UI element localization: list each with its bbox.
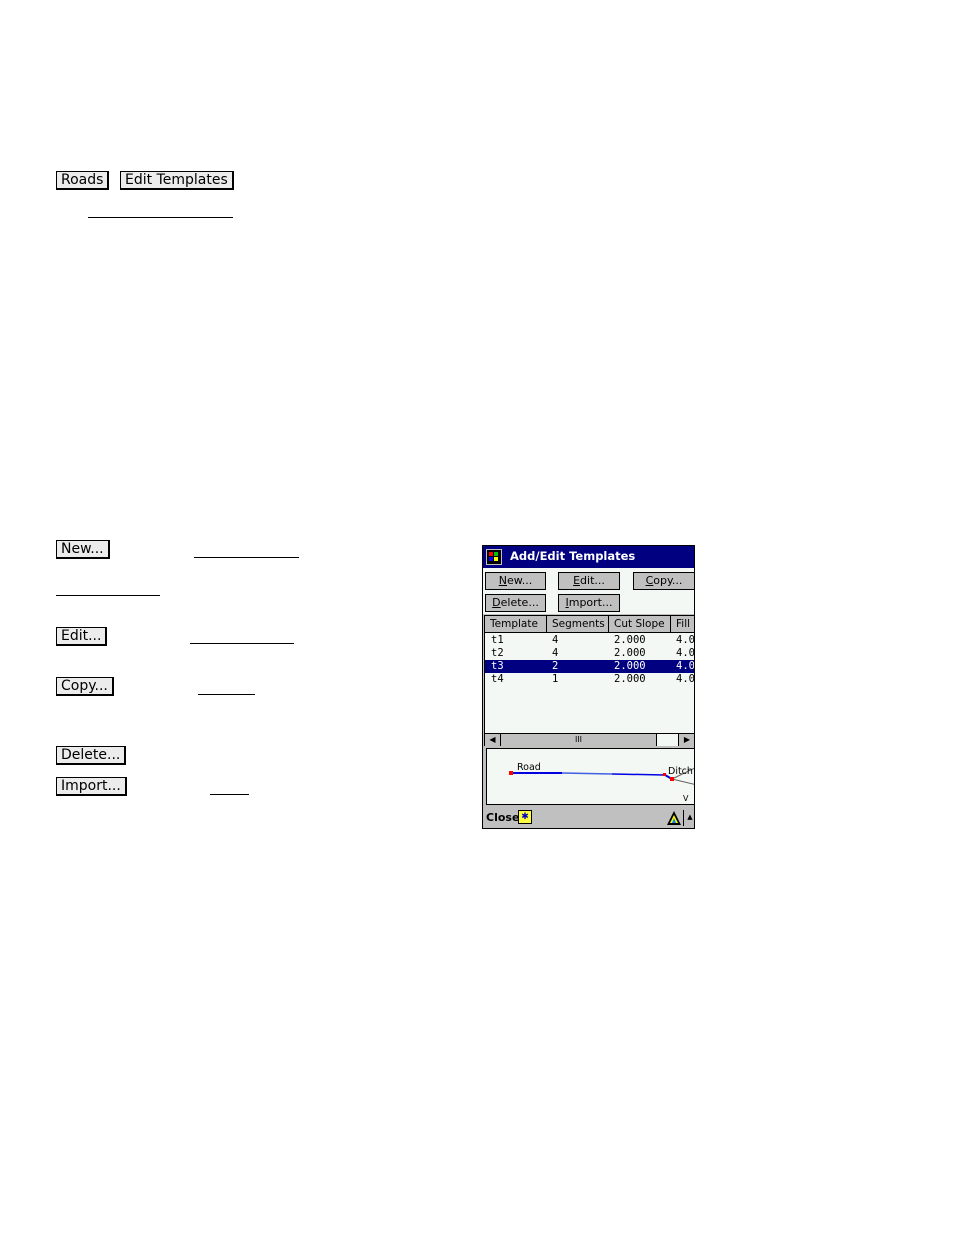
copy-button[interactable]: Copy... — [56, 677, 114, 696]
table-row[interactable]: t2 4 2.000 4.00 — [485, 647, 695, 660]
cell-cut-slope: 2.000 — [614, 647, 646, 659]
window-title: Add/Edit Templates — [510, 549, 636, 563]
link-underline — [56, 595, 160, 596]
windows-flag-icon[interactable] — [486, 549, 502, 565]
scroll-track-grip[interactable]: III — [501, 734, 656, 746]
device-new-button[interactable]: New... — [485, 572, 546, 590]
mnemonic: D — [492, 596, 501, 609]
trimble-icon[interactable] — [666, 810, 682, 826]
ditch-label: Ditch — [668, 766, 693, 777]
template-preview: Road Ditch V — [486, 748, 694, 805]
label: ew... — [506, 574, 533, 587]
v-label: V — [683, 794, 689, 803]
road-segment — [611, 773, 666, 776]
vertex-marker — [509, 771, 513, 775]
keyboard-sip-icon[interactable]: ✱ — [518, 810, 532, 824]
new-button[interactable]: New... — [56, 540, 110, 559]
column-header-template[interactable]: Template — [485, 616, 547, 633]
scroll-left-arrow-icon[interactable]: ◀ — [485, 734, 501, 746]
scroll-thumb[interactable] — [656, 734, 679, 746]
title-bar: Add/Edit Templates — [483, 546, 694, 568]
mnemonic: N — [498, 574, 507, 587]
import-button[interactable]: Import... — [56, 777, 127, 796]
device-delete-button[interactable]: Delete... — [485, 594, 546, 612]
close-menu[interactable]: Close — [486, 811, 519, 824]
command-bar: Close ✱ ▲ — [483, 807, 694, 828]
cell-template: t1 — [491, 634, 504, 646]
label: mport... — [568, 596, 613, 609]
cell-template: t2 — [491, 647, 504, 659]
link-underline — [198, 694, 255, 695]
up-arrow-icon[interactable]: ▲ — [685, 809, 694, 825]
link-underline — [88, 217, 233, 218]
road-label: Road — [517, 762, 541, 773]
templates-list[interactable]: Template Segments Cut Slope Fill S t1 4 2.… — [484, 615, 695, 746]
table-row[interactable]: t1 4 2.000 4.00 — [485, 634, 695, 647]
mnemonic: E — [573, 574, 581, 587]
template-cross-section: Road Ditch V — [509, 762, 694, 803]
delete-button[interactable]: Delete... — [56, 746, 127, 765]
edit-templates-button[interactable]: Edit Templates — [120, 171, 234, 190]
label: dit... — [580, 574, 605, 587]
cell-fill-slope: 4.00 — [676, 647, 695, 659]
horizontal-scrollbar[interactable]: ◀ III ▶ — [485, 733, 694, 746]
cell-template: t3 — [491, 660, 504, 672]
roads-button[interactable]: Roads — [56, 171, 110, 190]
fill-slope-line — [671, 778, 694, 785]
cell-cut-slope: 2.000 — [614, 634, 646, 646]
road-segment — [561, 772, 613, 775]
cell-segments: 4 — [552, 634, 559, 646]
label: opy... — [653, 574, 683, 587]
column-header-segments[interactable]: Segments — [547, 616, 609, 633]
cell-cut-slope: 2.000 — [614, 660, 646, 672]
link-underline — [210, 794, 249, 795]
link-underline — [190, 643, 294, 644]
cell-fill-slope: 4.00 — [676, 673, 695, 685]
link-underline — [194, 557, 299, 558]
toolbar: New... Edit... Copy... Delete... Import.… — [483, 568, 694, 614]
cell-cut-slope: 2.000 — [614, 673, 646, 685]
cell-segments: 2 — [552, 660, 559, 672]
cell-segments: 1 — [552, 673, 559, 685]
column-header-fill-slope[interactable]: Fill S — [671, 616, 694, 633]
cell-fill-slope: 4.00 — [676, 660, 695, 672]
column-header-cut-slope[interactable]: Cut Slope — [609, 616, 671, 633]
vertex-marker — [663, 773, 666, 776]
divider — [683, 810, 684, 826]
device-edit-button[interactable]: Edit... — [558, 572, 620, 590]
table-row[interactable]: t4 1 2.000 4.00 — [485, 673, 695, 686]
table-row[interactable]: t3 2 2.000 4.00 — [485, 660, 695, 673]
scroll-right-arrow-icon[interactable]: ▶ — [679, 734, 694, 746]
label: elete... — [500, 596, 539, 609]
vertex-marker — [670, 777, 674, 781]
device-import-button[interactable]: Import... — [558, 594, 620, 612]
edit-button[interactable]: Edit... — [56, 627, 108, 646]
device-screen: Add/Edit Templates New... Edit... Copy..… — [482, 545, 695, 829]
cell-template: t4 — [491, 673, 504, 685]
cell-segments: 4 — [552, 647, 559, 659]
cell-fill-slope: 4.00 — [676, 634, 695, 646]
device-copy-button[interactable]: Copy... — [633, 572, 694, 590]
